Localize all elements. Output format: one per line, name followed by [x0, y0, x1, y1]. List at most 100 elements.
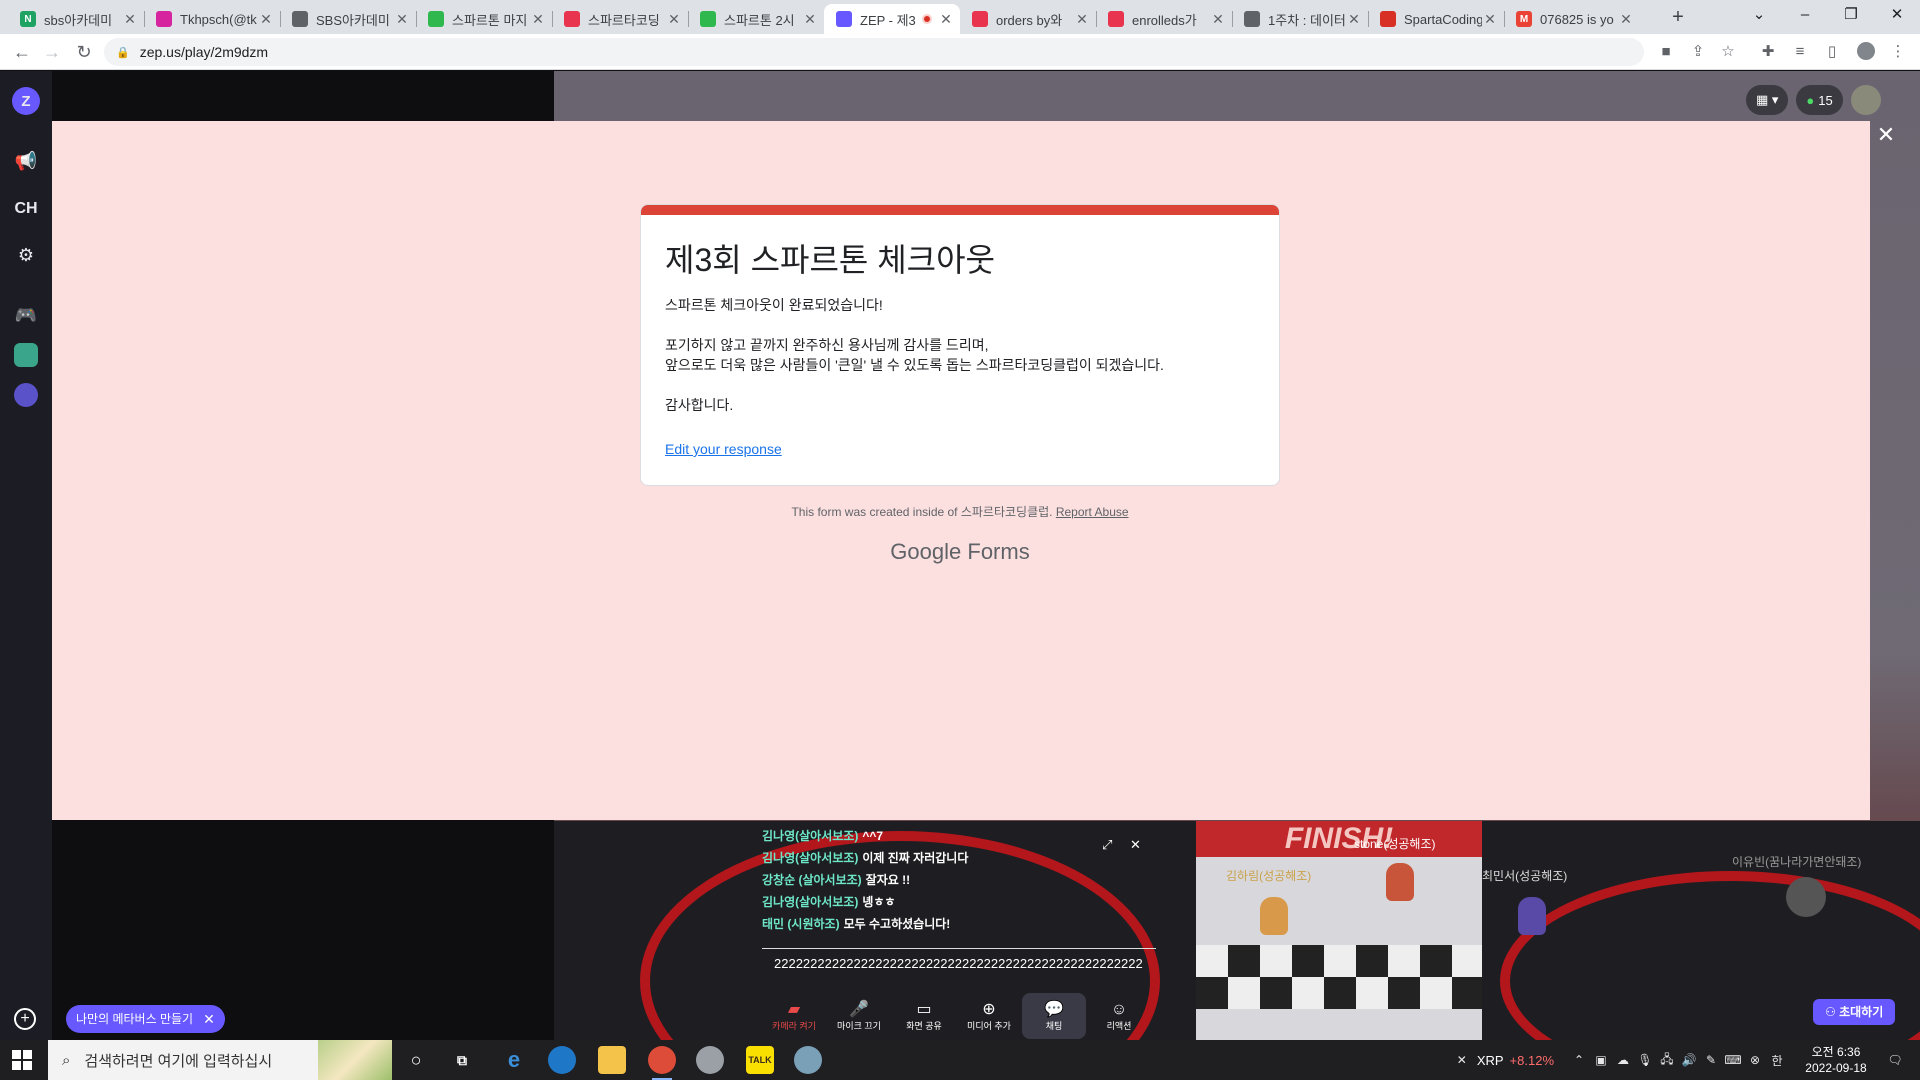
- cortana-circle-icon[interactable]: ○: [402, 1046, 430, 1074]
- close-window-button[interactable]: ✕: [1874, 0, 1920, 30]
- player-avatar[interactable]: [1260, 897, 1288, 935]
- tab-close-icon[interactable]: ✕: [1618, 11, 1634, 28]
- chat-message: 태민 (시원하조) 모두 수고하셨습니다!: [762, 917, 951, 931]
- participants-count[interactable]: ● 15: [1796, 85, 1843, 115]
- kakaotalk-icon[interactable]: TALK: [746, 1046, 774, 1074]
- extensions-icon[interactable]: ✚: [1758, 42, 1778, 62]
- tab-close-icon[interactable]: ✕: [666, 11, 682, 28]
- player-avatar[interactable]: [1518, 897, 1546, 935]
- chrome-icon[interactable]: [648, 1046, 676, 1080]
- close-icon[interactable]: ✕: [203, 1005, 215, 1033]
- browser-tab[interactable]: SBS아카데미 ✕: [280, 4, 416, 34]
- mic-toggle-button[interactable]: 🎤 마이크 끄기: [827, 993, 891, 1039]
- channel-button[interactable]: CH: [10, 193, 42, 225]
- add-plus-icon[interactable]: +: [14, 1008, 36, 1030]
- browser-tab[interactable]: 스파르타코딩 ✕: [552, 4, 688, 34]
- camera-toggle-button[interactable]: ▰ 카메라 켜기: [762, 993, 826, 1039]
- browser-tab[interactable]: 스파르톤 마지 ✕: [416, 4, 552, 34]
- zep-logo-icon[interactable]: Z: [12, 87, 40, 115]
- close-icon[interactable]: ✕: [1451, 1053, 1473, 1067]
- chevron-up-icon[interactable]: ⌃: [1568, 1053, 1590, 1067]
- add-media-button[interactable]: ⊕ 미디어 추가: [957, 993, 1021, 1039]
- settings-gear-icon[interactable]: ⚙: [10, 239, 42, 271]
- expand-icon[interactable]: ⤢: [1102, 837, 1112, 852]
- page-viewport: Z 📢 CH ⚙ 🎮 FINISH! stone(성공해조) 김하림(성공해조)…: [0, 71, 1920, 1040]
- ime-icon[interactable]: 한: [1766, 1052, 1788, 1069]
- back-arrow-icon[interactable]: ←: [10, 40, 34, 64]
- edge-icon[interactable]: [548, 1046, 576, 1074]
- modal-close-icon[interactable]: ✕: [1874, 123, 1898, 147]
- internet-explorer-icon[interactable]: e: [500, 1046, 528, 1074]
- lock-icon[interactable]: 🔒: [116, 46, 130, 59]
- reload-icon[interactable]: ↻: [72, 40, 96, 64]
- tab-close-icon[interactable]: ✕: [258, 11, 274, 28]
- app-login-icon[interactable]: [14, 383, 38, 407]
- side-panel-icon[interactable]: ▯: [1822, 42, 1842, 62]
- keyboard-icon[interactable]: ⌨: [1722, 1053, 1744, 1067]
- edit-response-link[interactable]: Edit your response: [665, 441, 782, 457]
- my-avatar[interactable]: [1850, 85, 1881, 115]
- browser-tab[interactable]: ZEP - 제3 ✕: [824, 4, 960, 34]
- restore-button[interactable]: ❐: [1828, 0, 1874, 30]
- layout-toggle-button[interactable]: ▦ ▾: [1746, 85, 1789, 115]
- taskbar-clock[interactable]: 오전 6:36 2022-09-18: [1794, 1044, 1878, 1076]
- profile-avatar[interactable]: [1856, 42, 1876, 62]
- cloud-icon[interactable]: ☁: [1612, 1053, 1634, 1067]
- player-avatar[interactable]: [1386, 863, 1414, 901]
- browser-tab[interactable]: M 076825 is yo ✕: [1504, 4, 1640, 34]
- app-avatar-icon[interactable]: [14, 343, 38, 367]
- megaphone-icon[interactable]: 📢: [10, 145, 42, 177]
- tab-close-icon[interactable]: ✕: [802, 11, 818, 28]
- browser-tab[interactable]: orders by와 ✕: [960, 4, 1096, 34]
- invite-button[interactable]: ⚇ 초대하기: [1813, 999, 1896, 1025]
- close-circle-icon[interactable]: ⊗: [1744, 1053, 1766, 1067]
- browser-tab[interactable]: Tkhpsch(@tk ✕: [144, 4, 280, 34]
- player-avatar[interactable]: [1786, 877, 1826, 917]
- forward-arrow-icon[interactable]: →: [40, 40, 64, 64]
- device-icon[interactable]: ▣: [1590, 1053, 1612, 1067]
- new-tab-button[interactable]: +: [1664, 6, 1692, 30]
- volume-icon[interactable]: 🔊: [1678, 1053, 1700, 1067]
- app-icon[interactable]: [696, 1046, 724, 1074]
- app-icon[interactable]: [794, 1046, 822, 1074]
- tab-close-icon[interactable]: ✕: [1074, 11, 1090, 28]
- browser-tab[interactable]: Nsbs아카데미 ✕: [8, 4, 144, 34]
- notification-icon[interactable]: 🗨: [1884, 1053, 1906, 1067]
- network-icon[interactable]: 🖧: [1656, 1050, 1678, 1071]
- tab-close-icon[interactable]: ✕: [1482, 11, 1498, 28]
- mic-icon[interactable]: 🎙: [1634, 1053, 1656, 1067]
- browser-tab[interactable]: enrolleds가 ✕: [1096, 4, 1232, 34]
- share-icon[interactable]: ⇪: [1688, 42, 1708, 62]
- tab-close-icon[interactable]: ✕: [122, 11, 138, 28]
- browser-tab[interactable]: 1주차 : 데이터 ✕: [1232, 4, 1368, 34]
- minimize-button[interactable]: –: [1782, 0, 1828, 30]
- taskbar-search-box[interactable]: ⌕ 검색하려면 여기에 입력하십시: [48, 1040, 392, 1080]
- address-bar[interactable]: 🔒 zep.us/play/2m9dzm: [104, 38, 1644, 66]
- tab-close-icon[interactable]: ✕: [938, 11, 954, 28]
- chrome-menu-icon[interactable]: ⋮: [1888, 42, 1908, 62]
- tab-close-icon[interactable]: ✕: [1346, 11, 1362, 28]
- windows-start-icon[interactable]: [12, 1050, 32, 1070]
- gamepad-icon[interactable]: 🎮: [10, 299, 42, 331]
- player-name: 이유빈(꿈나라가면안돼조): [1732, 855, 1862, 869]
- media-control-icon[interactable]: ≡: [1790, 42, 1810, 62]
- bookmark-star-icon[interactable]: ☆: [1718, 42, 1738, 62]
- report-abuse-link[interactable]: Report Abuse: [1056, 505, 1129, 519]
- reaction-button[interactable]: ☺ 리액션: [1087, 993, 1151, 1039]
- pen-icon[interactable]: ✎: [1700, 1053, 1722, 1067]
- make-metaverse-button[interactable]: 나만의 메타버스 만들기 ✕: [66, 1005, 225, 1033]
- file-explorer-icon[interactable]: [598, 1046, 626, 1074]
- close-chat-icon[interactable]: ✕: [1130, 837, 1141, 852]
- chat-button[interactable]: 💬 채팅: [1022, 993, 1086, 1039]
- tab-close-icon[interactable]: ✕: [394, 11, 410, 28]
- camera-indicator-icon[interactable]: ■: [1656, 42, 1676, 62]
- browser-tab[interactable]: 스파르톤 2시 ✕: [688, 4, 824, 34]
- task-view-icon[interactable]: ⧉: [448, 1046, 476, 1074]
- tab-close-icon[interactable]: ✕: [1210, 11, 1226, 28]
- screen-share-button[interactable]: ▭ 화면 공유: [892, 993, 956, 1039]
- google-forms-logo[interactable]: Google Forms: [640, 539, 1280, 565]
- tab-search-button[interactable]: ⌄: [1736, 0, 1782, 30]
- browser-tab[interactable]: SpartaCoding ✕: [1368, 4, 1504, 34]
- chat-input[interactable]: 2222222222222222222222222222222222222222…: [762, 948, 1156, 978]
- tab-close-icon[interactable]: ✕: [530, 11, 546, 28]
